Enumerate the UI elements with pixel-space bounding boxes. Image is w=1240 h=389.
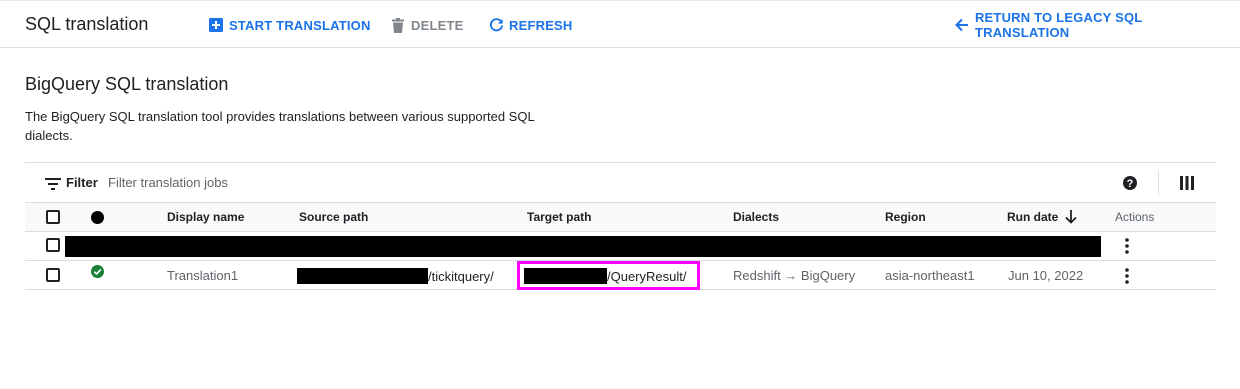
- top-bar: SQL translation START TRANSLATION DELETE…: [0, 0, 1240, 48]
- filter-icon[interactable]: [45, 177, 61, 190]
- help-icon[interactable]: ?: [1122, 175, 1138, 191]
- table-row[interactable]: [25, 232, 1216, 261]
- add-box-icon: [208, 17, 224, 33]
- return-to-legacy-button[interactable]: RETURN TO LEGACY SQL TRANSLATION: [954, 10, 1240, 40]
- start-translation-button[interactable]: START TRANSLATION: [208, 16, 371, 34]
- refresh-button[interactable]: REFRESH: [488, 16, 573, 34]
- start-translation-label: START TRANSLATION: [229, 17, 371, 33]
- row-checkbox[interactable]: [46, 268, 60, 282]
- page-title: SQL translation: [25, 14, 149, 34]
- region-cell: asia-northeast1: [885, 268, 975, 283]
- source-path-cell: /tickitquery/: [297, 268, 494, 284]
- check-circle-icon: [91, 265, 104, 278]
- arrow-back-icon: [954, 17, 970, 33]
- table-header: Display name Source path Target path Dia…: [25, 203, 1216, 232]
- delete-label: DELETE: [411, 17, 464, 33]
- more-vert-icon[interactable]: [1125, 268, 1129, 284]
- dialects-cell: Redshift → BigQuery: [733, 268, 856, 283]
- col-target-path[interactable]: Target path: [527, 210, 591, 224]
- run-date-cell: Jun 10, 2022: [1008, 268, 1084, 283]
- sort-arrow-down-icon[interactable]: [1065, 210, 1077, 224]
- status-column-icon: [91, 211, 104, 224]
- col-run-date[interactable]: Run date: [1007, 210, 1058, 224]
- display-name-link[interactable]: Translation1: [167, 268, 238, 283]
- col-source-path[interactable]: Source path: [299, 210, 368, 224]
- column-display-icon[interactable]: [1180, 176, 1196, 190]
- section-title: BigQuery SQL translation: [25, 74, 229, 94]
- toolbar-divider: [1158, 171, 1159, 195]
- more-vert-icon[interactable]: [1125, 238, 1129, 254]
- col-display-name[interactable]: Display name: [167, 210, 244, 224]
- filter-label: Filter: [66, 175, 98, 190]
- redacted-source-bucket: [297, 268, 428, 284]
- col-actions: Actions: [1115, 210, 1155, 224]
- trash-icon: [390, 17, 406, 33]
- filter-bar: Filter ?: [25, 162, 1216, 203]
- svg-text:?: ?: [1127, 178, 1134, 190]
- col-region[interactable]: Region: [885, 210, 926, 224]
- refresh-icon: [488, 17, 504, 33]
- delete-button[interactable]: DELETE: [390, 16, 463, 34]
- source-path-suffix: /tickitquery/: [428, 269, 494, 284]
- return-to-legacy-label: RETURN TO LEGACY SQL TRANSLATION: [974, 10, 1143, 40]
- refresh-label: REFRESH: [509, 17, 573, 33]
- redacted-row-content: [65, 236, 1101, 257]
- select-all-checkbox[interactable]: [46, 210, 60, 224]
- section-description: The BigQuery SQL translation tool provid…: [25, 109, 535, 143]
- col-dialects[interactable]: Dialects: [733, 210, 779, 224]
- filter-input[interactable]: [108, 172, 408, 192]
- target-path-highlight-box: [517, 261, 700, 290]
- table-row[interactable]: Translation1 /tickitquery/ /QueryResult/…: [25, 261, 1216, 290]
- row-checkbox[interactable]: [46, 238, 60, 252]
